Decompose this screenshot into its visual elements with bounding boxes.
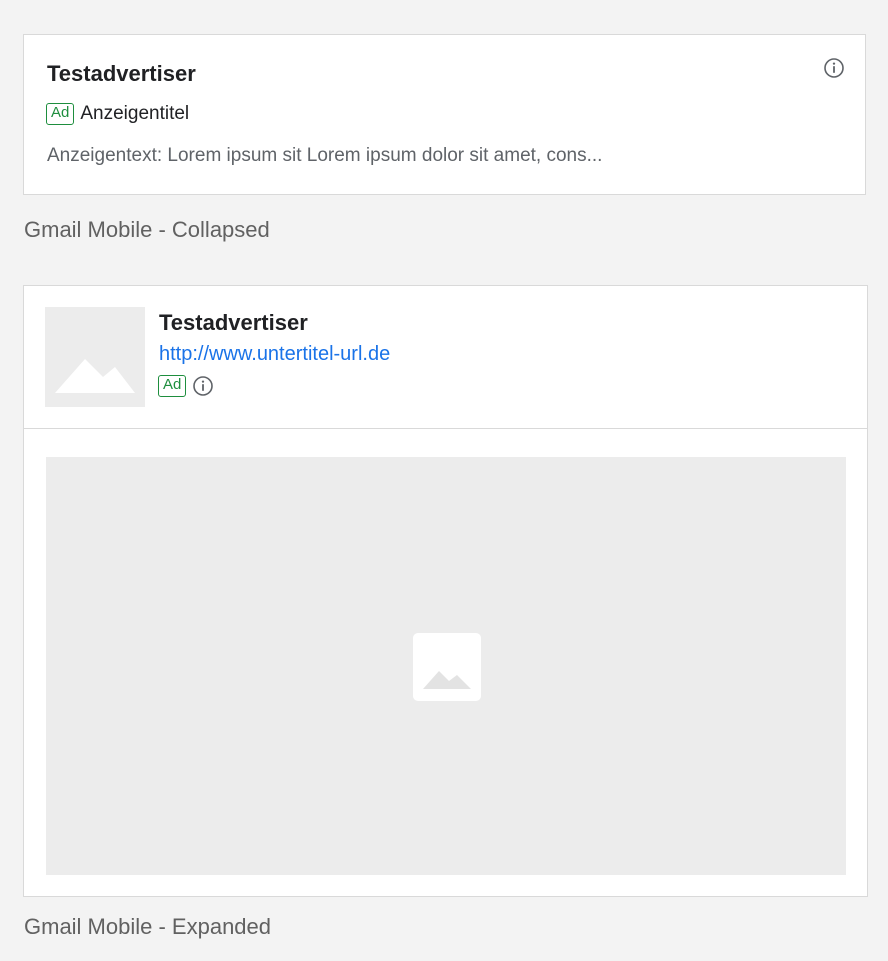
ad-badge: Ad	[158, 375, 187, 397]
info-icon[interactable]	[823, 57, 845, 79]
advertiser-name: Testadvertiser	[47, 61, 196, 86]
caption-collapsed: Gmail Mobile - Collapsed	[24, 217, 270, 242]
ad-badge: Ad	[46, 103, 75, 125]
headline-row: Ad Anzeigentitel	[46, 103, 189, 125]
image-placeholder-icon	[55, 359, 135, 393]
advertiser-name: Testadvertiser	[159, 310, 308, 335]
image-placeholder-icon	[413, 633, 481, 701]
badge-row: Ad	[158, 375, 214, 397]
advertiser-url-link[interactable]: http://www.untertitel-url.de	[159, 343, 390, 366]
collapsed-ad-card[interactable]: Testadvertiser Ad Anzeigentitel Anzeigen…	[23, 34, 866, 195]
ad-headline: Anzeigentitel	[80, 103, 190, 124]
ad-preview-panel: Testadvertiser Ad Anzeigentitel Anzeigen…	[0, 0, 888, 961]
logo-placeholder	[45, 307, 145, 407]
expanded-ad-header: Testadvertiser http://www.untertitel-url…	[24, 286, 867, 429]
ad-image-placeholder	[46, 457, 846, 875]
expanded-ad-card: Testadvertiser http://www.untertitel-url…	[23, 285, 868, 897]
info-icon[interactable]	[192, 375, 214, 397]
caption-expanded: Gmail Mobile - Expanded	[24, 914, 272, 939]
ad-description: Anzeigentext: Lorem ipsum sit Lorem ipsu…	[47, 145, 603, 166]
